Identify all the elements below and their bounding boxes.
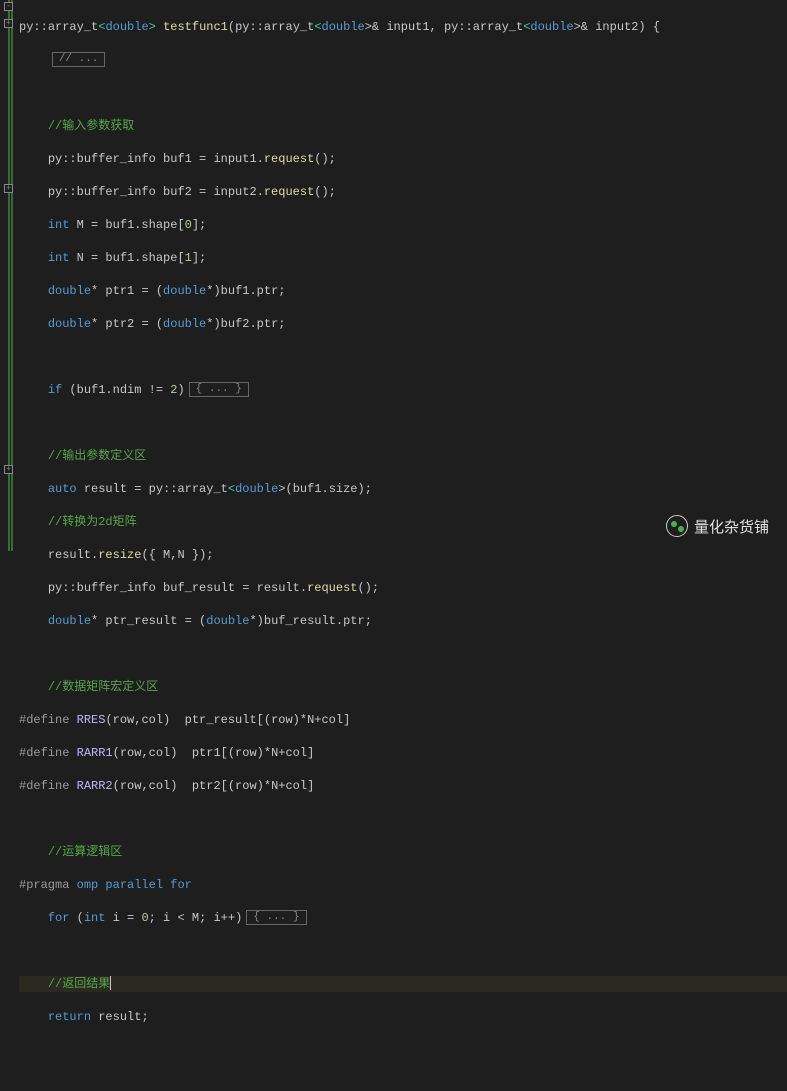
code-line: result.resize({ M,N }); [19,547,787,564]
text-cursor [110,976,111,990]
watermark-text: 量化杂货铺 [694,516,769,537]
code-line: auto result = py::array_t<double>(buf1.s… [19,481,787,498]
code-line: //运算逻辑区 [19,844,787,861]
watermark: 量化杂货铺 [666,515,769,537]
code-line: double* ptr_result = (double*)buf_result… [19,613,787,630]
fold-gutter: - + + + [0,0,15,551]
code-line-active: //返回结果 [19,976,787,993]
code-line: //输入参数获取 [19,118,787,135]
code-line: py::buffer_info buf2 = input2.request(); [19,184,787,201]
collapsed-region[interactable]: { ... } [246,910,306,925]
code-line: // ... [19,52,787,69]
collapsed-region[interactable]: { ... } [189,382,249,397]
fold-toggle-collapsed[interactable]: + [4,184,13,193]
collapsed-region[interactable]: // ... [52,52,106,67]
code-line: #define RARR1(row,col) ptr1[(row)*N+col] [19,745,787,762]
code-line: double* ptr2 = (double*)buf2.ptr; [19,316,787,333]
code-line: double* ptr1 = (double*)buf1.ptr; [19,283,787,300]
code-line: int M = buf1.shape[0]; [19,217,787,234]
code-line: #define RRES(row,col) ptr_result[(row)*N… [19,712,787,729]
code-line: int N = buf1.shape[1]; [19,250,787,267]
wechat-icon [666,515,688,537]
code-line: py::buffer_info buf_result = result.requ… [19,580,787,597]
fold-toggle[interactable]: - [4,2,13,11]
code-line: py::array_t<double> testfunc1(py::array_… [19,19,787,36]
fold-toggle-collapsed[interactable]: + [4,465,13,474]
code-line: if (buf1.ndim != 2){ ... } [19,382,787,399]
code-line: //输出参数定义区 [19,448,787,465]
code-line: for (int i = 0; i < M; i++){ ... } [19,910,787,927]
code-line: #pragma omp parallel for [19,877,787,894]
code-editor: - + + + py::array_t<double> testfunc1(py… [0,0,787,551]
code-line: //数据矩阵宏定义区 [19,679,787,696]
code-line: return result; [19,1009,787,1026]
code-area[interactable]: py::array_t<double> testfunc1(py::array_… [15,0,787,551]
fold-toggle-collapsed[interactable]: + [4,19,13,28]
code-line: #define RARR2(row,col) ptr2[(row)*N+col] [19,778,787,795]
code-line: py::buffer_info buf1 = input1.request(); [19,151,787,168]
